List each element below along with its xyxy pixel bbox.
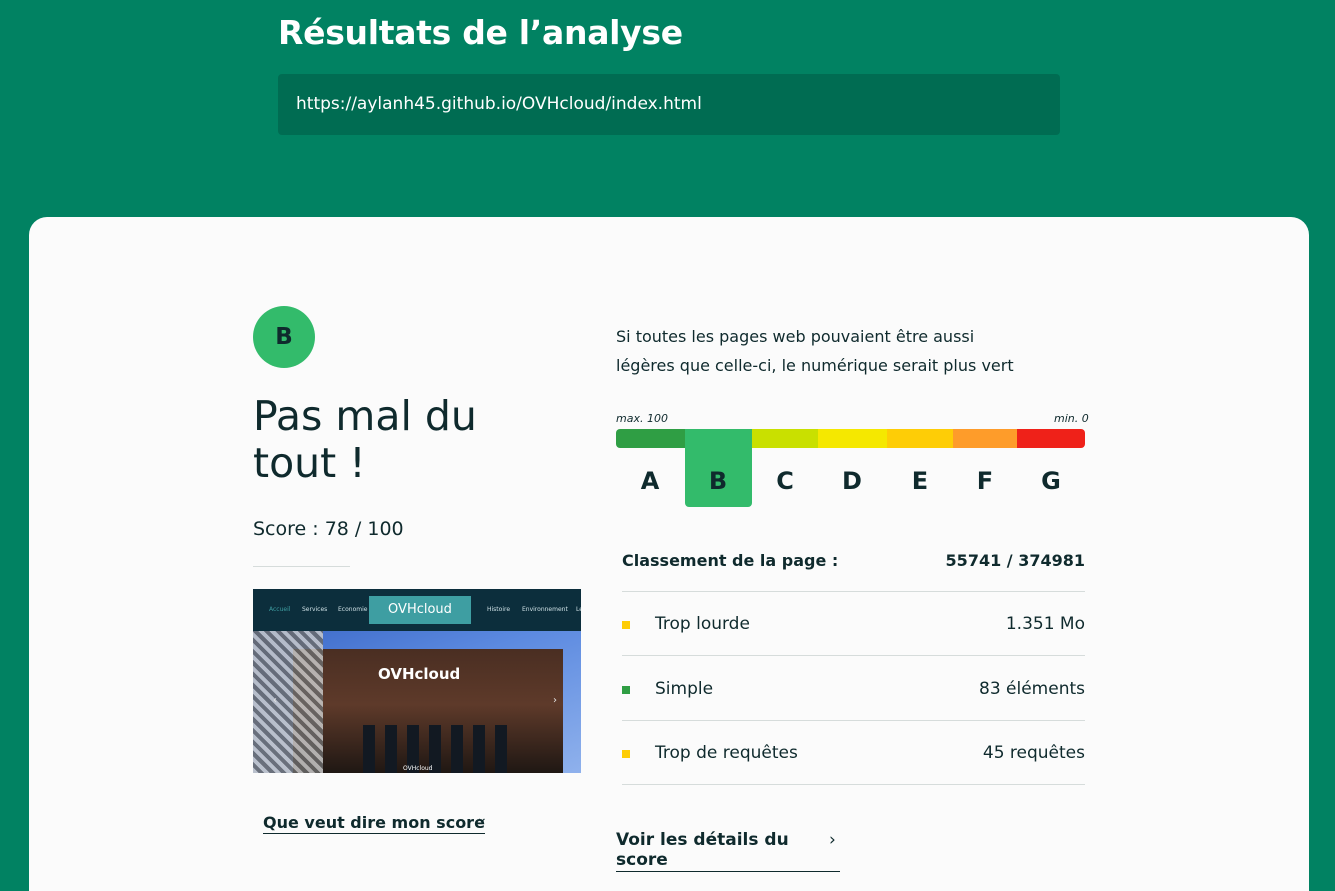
grade-segment-a [616,429,685,448]
grade-letter-c: C [776,467,794,495]
grade-segment-f [953,429,1017,448]
thumbnail-nav-item: Services [302,606,328,613]
verdict-heading: Pas mal du tout ! [253,392,477,487]
metric-row-requests: Trop de requêtes 45 requêtes [622,743,1085,767]
metric-row-weight: Trop lourde 1.351 Mo [622,614,1085,638]
grade-letter-f: F [976,467,994,495]
analysis-intro: Si toutes les pages web pouvaient être a… [616,327,1014,375]
status-indicator [622,686,630,694]
metric-value: 1.351 Mo [1005,614,1085,634]
scale-min-label: min. 0 [1054,412,1089,425]
thumbnail-caption: OVHcloud [403,765,433,772]
metric-name: Trop de requêtes [655,743,798,763]
grade-badge: B [253,306,315,368]
metric-value: 45 requêtes [982,743,1085,763]
rank-value: 55741 / 374981 [945,551,1085,570]
grade-letter-a: A [640,467,660,495]
chevron-down-icon: ⌄ [476,810,488,826]
grade-segment-g [1017,429,1085,448]
page-screenshot-thumbnail: Accueil Services Economie OVHcloud Histo… [253,589,581,773]
divider [622,655,1085,656]
divider [253,566,350,567]
thumbnail-arrow-right-icon: › [553,695,557,706]
thumbnail-window [363,725,375,773]
grade-letter-g: G [1041,467,1061,495]
thumbnail-building-sign: OVHcloud [378,665,461,683]
grade-letter-d: D [842,467,862,495]
thumbnail-navbar: Accueil Services Economie OVHcloud Histo… [253,589,581,631]
thumbnail-window [385,725,397,773]
metric-row-complexity: Simple 83 éléments [622,679,1085,703]
thumbnail-arrow-left-icon: ‹ [273,695,277,706]
metric-value: 83 éléments [979,679,1085,699]
score-explanation-link[interactable]: Que veut dire mon score [263,813,485,834]
thumbnail-nav-item: Economie [338,606,368,613]
analyzed-url-field[interactable]: https://aylanh45.github.io/OVHcloud/inde… [278,74,1060,135]
divider [622,720,1085,721]
thumbnail-logo: OVHcloud [369,596,471,624]
score-text: Score : 78 / 100 [253,518,404,540]
thumbnail-nav-item: Environnement [522,606,568,613]
status-indicator [622,750,630,758]
thumbnail-nav-item: Accueil [269,606,291,613]
thumbnail-window [451,725,463,773]
grade-segment-e [887,429,953,448]
divider [622,784,1085,785]
grade-letter-b: B [708,467,728,495]
thumbnail-window [495,725,507,773]
grade-letter-e: E [911,467,929,495]
thumbnail-window [473,725,485,773]
scale-max-label: max. 100 [616,412,668,425]
status-indicator [622,621,630,629]
thumbnail-nav-item: Le [576,606,581,613]
grade-segment-d [818,429,887,448]
metric-name: Trop lourde [655,614,750,634]
thumbnail-nav-item: Histoire [487,606,511,613]
metric-name: Simple [655,679,714,699]
chevron-right-icon: › [829,830,836,850]
grade-segment-c [752,429,818,448]
rank-label: Classement de la page : [622,551,839,570]
score-details-link[interactable]: Voir les détails du score [616,830,840,872]
thumbnail-facade [253,631,323,773]
divider [622,591,1085,592]
page-title: Résultats de l’analyse [278,13,683,52]
